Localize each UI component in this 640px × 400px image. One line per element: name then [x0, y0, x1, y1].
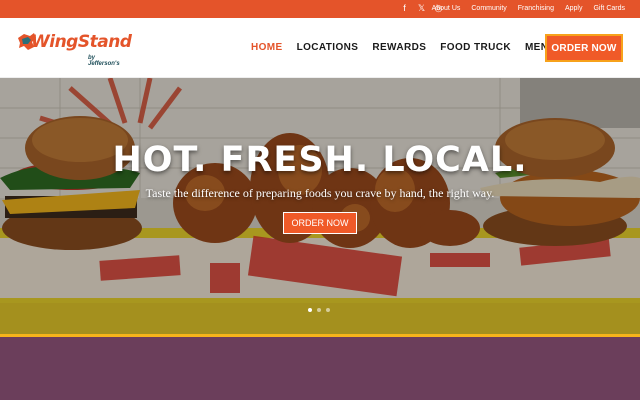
gift-cards-link[interactable]: Gift Cards	[593, 4, 625, 14]
hero-headline: HOT. FRESH. LOCAL.	[112, 140, 528, 180]
apply-link[interactable]: Apply	[565, 4, 583, 14]
slide-dot-3[interactable]	[326, 308, 330, 312]
logo-wordmark: WingStand	[31, 32, 132, 52]
nav-home[interactable]: HOME	[251, 42, 283, 54]
hero-tagline: Taste the difference of preparing foods …	[145, 186, 495, 200]
facebook-icon[interactable]: f	[400, 3, 409, 13]
slide-dot-2[interactable]	[317, 308, 321, 312]
top-bar: f 𝕏 ◎ About Us Community Franchising App…	[0, 0, 640, 18]
franchising-link[interactable]: Franchising	[518, 4, 554, 14]
order-now-button[interactable]: ORDER NOW	[545, 34, 623, 62]
logo-subtitle: by Jefferson's	[88, 55, 120, 67]
slider-dots	[308, 308, 330, 312]
nav-food-truck[interactable]: FOOD TRUCK	[440, 42, 511, 54]
x-twitter-icon[interactable]: 𝕏	[417, 3, 426, 13]
community-link[interactable]: Community	[471, 4, 506, 14]
hero-order-now-button[interactable]: ORDER NOW	[283, 212, 357, 234]
main-nav: HOME LOCATIONS REWARDS FOOD TRUCK MENU	[251, 42, 556, 54]
about-us-link[interactable]: About Us	[432, 4, 461, 14]
site-header: WingStand by Jefferson's HOME LOCATIONS …	[0, 18, 640, 78]
nav-locations[interactable]: LOCATIONS	[297, 42, 359, 54]
wingstand-logo[interactable]: WingStand by Jefferson's	[16, 30, 132, 67]
hero-slider: HOT. FRESH. LOCAL. Taste the difference …	[0, 78, 640, 334]
utility-links: About Us Community Franchising Apply Gif…	[432, 4, 625, 14]
next-section	[0, 337, 640, 400]
hero-overlay	[0, 78, 640, 334]
nav-rewards[interactable]: REWARDS	[372, 42, 426, 54]
slide-dot-1[interactable]	[308, 308, 312, 312]
